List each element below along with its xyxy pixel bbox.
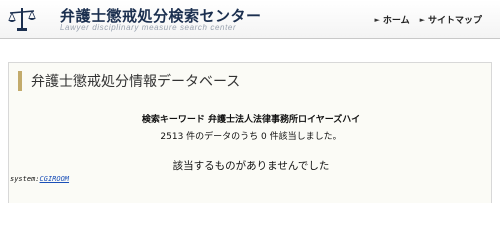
system-credit: system:CGIROOM — [10, 175, 69, 183]
cgiroom-link[interactable]: CGIROOM — [40, 175, 70, 183]
panel-title: 弁護士懲戒処分情報データベース — [31, 74, 241, 90]
header-nav: ► ホーム ► サイトマップ — [374, 13, 482, 27]
nav-item-home[interactable]: ► ホーム — [374, 13, 410, 27]
keyword-label: 検索キーワード — [141, 115, 205, 125]
scales-of-justice-icon[interactable] — [7, 6, 37, 32]
site-subtitle: Lawyer disciplinary measure search cente… — [60, 23, 237, 32]
panel-heading: 弁護士懲戒処分情報データベース — [18, 71, 240, 91]
nav-item-sitemap[interactable]: ► サイトマップ — [419, 13, 482, 27]
result-count: 2513 件のデータのうち 0 件該当しました。 — [160, 132, 342, 142]
results-panel: 弁護士懲戒処分情報データベース 検索キーワード 弁護士法人法律事務所ロイヤーズハ… — [8, 62, 492, 203]
triangle-bullet-icon: ► — [419, 15, 425, 24]
page: 弁護士懲戒処分検索センター Lawyer disciplinary measur… — [0, 0, 500, 203]
heading-accent-bar — [18, 71, 22, 91]
header-divider — [0, 38, 500, 39]
site-header: 弁護士懲戒処分検索センター Lawyer disciplinary measur… — [0, 0, 500, 38]
nav-item-label: ホーム — [382, 16, 410, 26]
keyword-value: 弁護士法人法律事務所ロイヤーズハイ — [208, 115, 361, 125]
triangle-bullet-icon: ► — [374, 15, 380, 24]
no-result-message: 該当するものがありませんでした — [172, 160, 330, 172]
search-keyword-line: 検索キーワード 弁護士法人法律事務所ロイヤーズハイ — [9, 112, 493, 125]
system-label: system: — [10, 175, 40, 183]
nav-item-label: サイトマップ — [427, 16, 482, 26]
